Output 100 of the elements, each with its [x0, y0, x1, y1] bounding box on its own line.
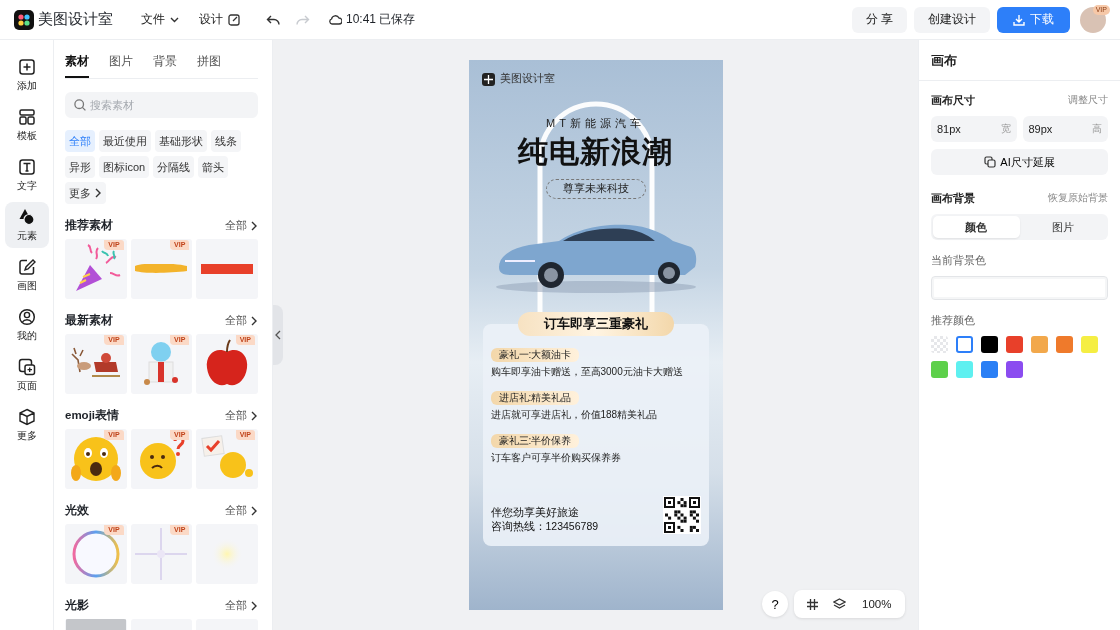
undo-icon	[266, 13, 280, 26]
color-swatch[interactable]	[956, 361, 973, 378]
width-field[interactable]: 81px 宽	[931, 116, 1017, 142]
sidebar-item[interactable]: 页面	[4, 352, 49, 398]
chevron-right-icon	[250, 600, 258, 611]
category-chip[interactable]: 异形	[65, 156, 95, 178]
view-all-link[interactable]: 全部	[225, 503, 258, 518]
poster[interactable]: 美图设计室 MT新能源汽车 纯电新浪潮 尊享未来科技 订车即享三重豪礼 豪礼一:大额油卡 购车即享油卡赠送，至高3000元油卡大赠送 进店礼:精美礼品 进店就可享进店礼，价值188精美礼品 豪礼三:半价保养 订车客户可享半价购买保养券 伴您劲享美好旅途 咨询热线：123456789	[468, 60, 723, 610]
category-chip[interactable]: 分隔线	[153, 156, 195, 178]
save-status: 10:41 已保存	[346, 11, 416, 28]
search-field[interactable]: 搜索素材	[65, 92, 258, 118]
segment-tab[interactable]: 颜色	[933, 216, 1020, 238]
template-icon	[17, 107, 36, 126]
view-all-link[interactable]: 全部	[225, 218, 258, 233]
panel-tab[interactable]: 背景	[153, 53, 177, 78]
sidebar-item[interactable]: 添加	[4, 52, 49, 98]
rectangle-shape-drawing	[201, 264, 254, 274]
sidebar-item[interactable]: 我的	[4, 302, 49, 348]
layers-icon	[833, 597, 846, 611]
sidebar-item[interactable]: 画图	[4, 252, 49, 298]
chevron-left-icon	[275, 330, 281, 340]
page-icon	[17, 357, 36, 376]
app-name: 美图设计室	[38, 10, 113, 29]
panel-tab[interactable]: 素材	[65, 53, 89, 78]
brand-logo-icon	[481, 72, 495, 86]
section-title: 光影	[65, 598, 89, 613]
section-title: 推荐素材	[65, 218, 113, 233]
color-swatch[interactable]	[1006, 336, 1023, 353]
view-all-link[interactable]: 全部	[225, 313, 258, 328]
category-chip[interactable]: 箭头	[198, 156, 229, 178]
mine-icon	[17, 307, 36, 326]
action-button[interactable]: 创建设计	[914, 6, 990, 33]
panel-tab[interactable]: 图片	[109, 53, 133, 78]
draw-icon	[17, 257, 36, 276]
color-field[interactable]	[931, 276, 1108, 300]
download-button[interactable]: 下载	[997, 6, 1070, 33]
color-swatch[interactable]	[1056, 336, 1073, 353]
chevron-right-icon	[250, 220, 258, 231]
color-swatch[interactable]	[981, 336, 998, 353]
file-menu[interactable]: 文件	[135, 7, 185, 32]
transparent-swatch[interactable]	[931, 336, 948, 353]
view-all-link[interactable]: 全部	[225, 408, 258, 423]
category-chip[interactable]: 全部	[65, 130, 95, 152]
section-label: 画布尺寸	[931, 93, 975, 108]
download-icon	[1013, 13, 1025, 26]
offer-title: 订车即享三重豪礼	[517, 312, 674, 336]
poster-title: 纯电新浪潮	[518, 134, 673, 170]
color-swatch[interactable]	[1081, 336, 1098, 353]
color-swatch[interactable]	[956, 336, 973, 353]
more-button[interactable]: 更多	[65, 182, 106, 204]
color-swatch[interactable]	[981, 361, 998, 378]
edit-icon	[228, 13, 240, 26]
color-swatch[interactable]	[931, 361, 948, 378]
gift-description: 购车即享油卡赠送，至高3000元油卡大赠送	[490, 365, 684, 379]
poster-hotline: 咨询热线：123456789	[490, 520, 599, 534]
redo-icon	[296, 13, 310, 26]
sidebar-item[interactable]: 模板	[4, 102, 49, 148]
sidebar-item[interactable]: 更多	[4, 402, 49, 448]
gift-tag: 豪礼三:半价保养	[490, 434, 580, 448]
category-chip[interactable]: 图标icon	[99, 156, 150, 178]
design-menu[interactable]: 设计	[193, 7, 246, 32]
view-all-link[interactable]: 全部	[225, 598, 258, 613]
color-swatch[interactable]	[1006, 361, 1023, 378]
height-field[interactable]: 89px 高	[1022, 116, 1108, 142]
caret-icon	[170, 16, 179, 23]
asset-tile[interactable]	[196, 524, 258, 584]
brush-stroke-drawing	[135, 264, 188, 274]
width-unit: 宽	[1000, 122, 1011, 136]
color-swatch[interactable]	[1031, 336, 1048, 353]
reset-background-link[interactable]: 恢复原始背景	[1048, 192, 1108, 205]
qr-code-icon	[662, 496, 701, 534]
section-title: emoji表情	[65, 408, 120, 423]
text-icon	[17, 157, 36, 176]
gift-tag: 进店礼:精美礼品	[490, 391, 580, 405]
poster-subtitle: MT新能源汽车	[546, 116, 645, 131]
field-label: 推荐颜色	[931, 314, 976, 328]
zoom-level[interactable]: 100%	[854, 598, 900, 610]
resize-link[interactable]: 调整尺寸	[1068, 94, 1108, 107]
panel-tab[interactable]: 拼图	[197, 53, 221, 78]
field-label: 当前背景色	[931, 254, 987, 268]
sidebar-item[interactable]: 文字	[4, 152, 49, 198]
gift-description: 进店就可享进店礼，价值188精美礼品	[490, 408, 659, 422]
app-logo-icon	[14, 9, 34, 30]
action-button[interactable]: 分 享	[851, 6, 907, 33]
sidebar-item[interactable]: 元素	[4, 202, 49, 248]
height-value: 89px	[1028, 123, 1053, 135]
section-label: 画布背景	[931, 191, 975, 206]
ai-resize-button[interactable]: AI尺寸延展	[931, 149, 1108, 175]
asset-tile[interactable]	[196, 239, 258, 299]
element-icon	[17, 207, 36, 226]
category-chip[interactable]: 基础形状	[155, 130, 207, 152]
collapse-handle[interactable]	[273, 305, 283, 365]
chevron-right-icon	[250, 410, 258, 421]
segment-tab[interactable]: 图片	[1019, 216, 1106, 238]
category-chip[interactable]: 最近使用	[99, 130, 151, 152]
chevron-right-icon	[94, 188, 102, 198]
section-title: 最新素材	[65, 313, 113, 328]
help-button[interactable]: ?	[762, 591, 788, 617]
panel-title: 画布	[919, 40, 1120, 81]
category-chip[interactable]: 线条	[211, 130, 241, 152]
